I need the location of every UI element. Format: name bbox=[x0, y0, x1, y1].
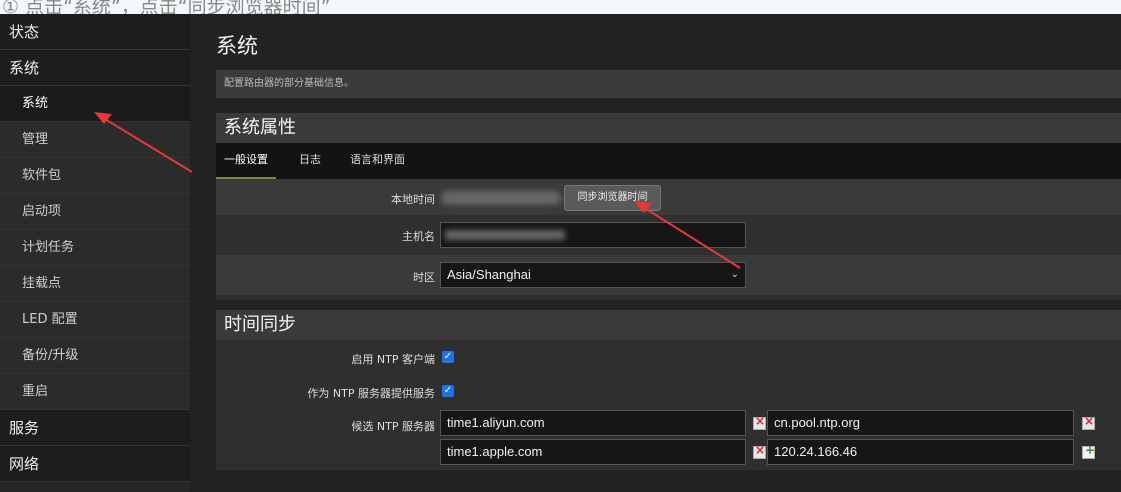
enable-ntp-client-label: 启用 NTP 客户端 bbox=[351, 353, 435, 366]
timezone-select[interactable]: Asia/Shanghai ⌄ bbox=[440, 262, 746, 288]
ntp-server-input[interactable]: time1.aliyun.com bbox=[440, 410, 746, 436]
ntp-server-label: 作为 NTP 服务器提供服务 bbox=[307, 387, 435, 400]
tab-general-settings[interactable]: 一般设置 bbox=[216, 143, 276, 179]
sidebar-item-admin[interactable]: 管理 bbox=[0, 122, 190, 158]
chevron-down-icon: ⌄ bbox=[730, 269, 739, 280]
sidebar-group-status[interactable]: 状态 bbox=[0, 14, 190, 50]
tab-bar: 一般设置 日志 语言和界面 bbox=[216, 143, 1121, 179]
add-icon[interactable] bbox=[1082, 443, 1095, 459]
sidebar-item-reboot[interactable]: 重启 bbox=[0, 374, 190, 410]
system-properties-section: 系统属性 一般设置 日志 语言和界面 本地时间 同步浏览器时间 主机名 时区 A… bbox=[216, 113, 1121, 300]
ntp-server-input[interactable]: time1.apple.com bbox=[440, 439, 746, 465]
section-title-time-sync: 时间同步 bbox=[216, 310, 1121, 340]
section-title-system-properties: 系统属性 bbox=[216, 113, 1121, 143]
row-hostname: 主机名 bbox=[216, 215, 1121, 255]
tab-logging[interactable]: 日志 bbox=[299, 143, 321, 177]
ntp-server-input[interactable]: cn.pool.ntp.org bbox=[767, 410, 1074, 436]
local-time-label: 本地时间 bbox=[391, 193, 435, 206]
row-timezone: 时区 Asia/Shanghai ⌄ bbox=[216, 255, 1121, 295]
sidebar-item-mount-points[interactable]: 挂载点 bbox=[0, 266, 190, 302]
sidebar-group-network[interactable]: 网络 bbox=[0, 446, 190, 482]
sync-browser-time-button[interactable]: 同步浏览器时间 bbox=[564, 185, 661, 211]
row-enable-ntp-client: 启用 NTP 客户端 ✓ bbox=[216, 340, 1121, 374]
sidebar-group-system[interactable]: 系统 bbox=[0, 50, 190, 86]
instruction-caption-strip: ① 点击“系统”，点击“同步浏览器时间” bbox=[0, 0, 1121, 14]
sidebar-item-led-config[interactable]: LED 配置 bbox=[0, 302, 190, 338]
sidebar-item-system[interactable]: 系统 bbox=[0, 86, 190, 122]
hostname-label: 主机名 bbox=[402, 230, 435, 243]
candidate-ntp-label: 候选 NTP 服务器 bbox=[351, 420, 435, 433]
sidebar-item-startup[interactable]: 启动项 bbox=[0, 194, 190, 230]
hostname-value-redacted bbox=[445, 230, 565, 240]
ntp-server-input[interactable]: 120.24.166.46 bbox=[767, 439, 1074, 465]
row-local-time: 本地时间 同步浏览器时间 bbox=[216, 179, 1121, 215]
page-description: 配置路由器的部分基础信息。 bbox=[216, 70, 1121, 98]
instruction-caption: ① 点击“系统”，点击“同步浏览器时间” bbox=[2, 0, 331, 14]
local-time-value-redacted bbox=[441, 191, 561, 205]
enable-ntp-client-checkbox[interactable]: ✓ bbox=[442, 351, 454, 363]
timezone-selected-value: Asia/Shanghai bbox=[447, 267, 531, 282]
sidebar-item-backup-upgrade[interactable]: 备份/升级 bbox=[0, 338, 190, 374]
row-ntp-server: 作为 NTP 服务器提供服务 ✓ bbox=[216, 374, 1121, 408]
timezone-label: 时区 bbox=[413, 271, 435, 284]
hostname-input[interactable] bbox=[440, 222, 746, 248]
remove-icon[interactable] bbox=[753, 414, 766, 430]
sidebar-item-scheduled-tasks[interactable]: 计划任务 bbox=[0, 230, 190, 266]
row-candidate-ntp-servers: 候选 NTP 服务器 time1.aliyun.com cn.pool.ntp.… bbox=[216, 408, 1121, 470]
remove-icon[interactable] bbox=[753, 443, 766, 459]
sidebar-group-services[interactable]: 服务 bbox=[0, 410, 190, 446]
remove-icon[interactable] bbox=[1082, 414, 1095, 430]
sidebar-item-packages[interactable]: 软件包 bbox=[0, 158, 190, 194]
main-content: 系统 配置路由器的部分基础信息。 系统属性 一般设置 日志 语言和界面 本地时间… bbox=[190, 14, 1121, 492]
tab-language-and-style[interactable]: 语言和界面 bbox=[350, 143, 405, 177]
page-title: 系统 bbox=[216, 34, 258, 58]
sidebar: 状态 系统 系统 管理 软件包 启动项 计划任务 挂载点 LED 配置 备份/升… bbox=[0, 14, 190, 492]
time-sync-section: 时间同步 启用 NTP 客户端 ✓ 作为 NTP 服务器提供服务 ✓ 候选 NT… bbox=[216, 310, 1121, 470]
ntp-server-checkbox[interactable]: ✓ bbox=[442, 385, 454, 397]
